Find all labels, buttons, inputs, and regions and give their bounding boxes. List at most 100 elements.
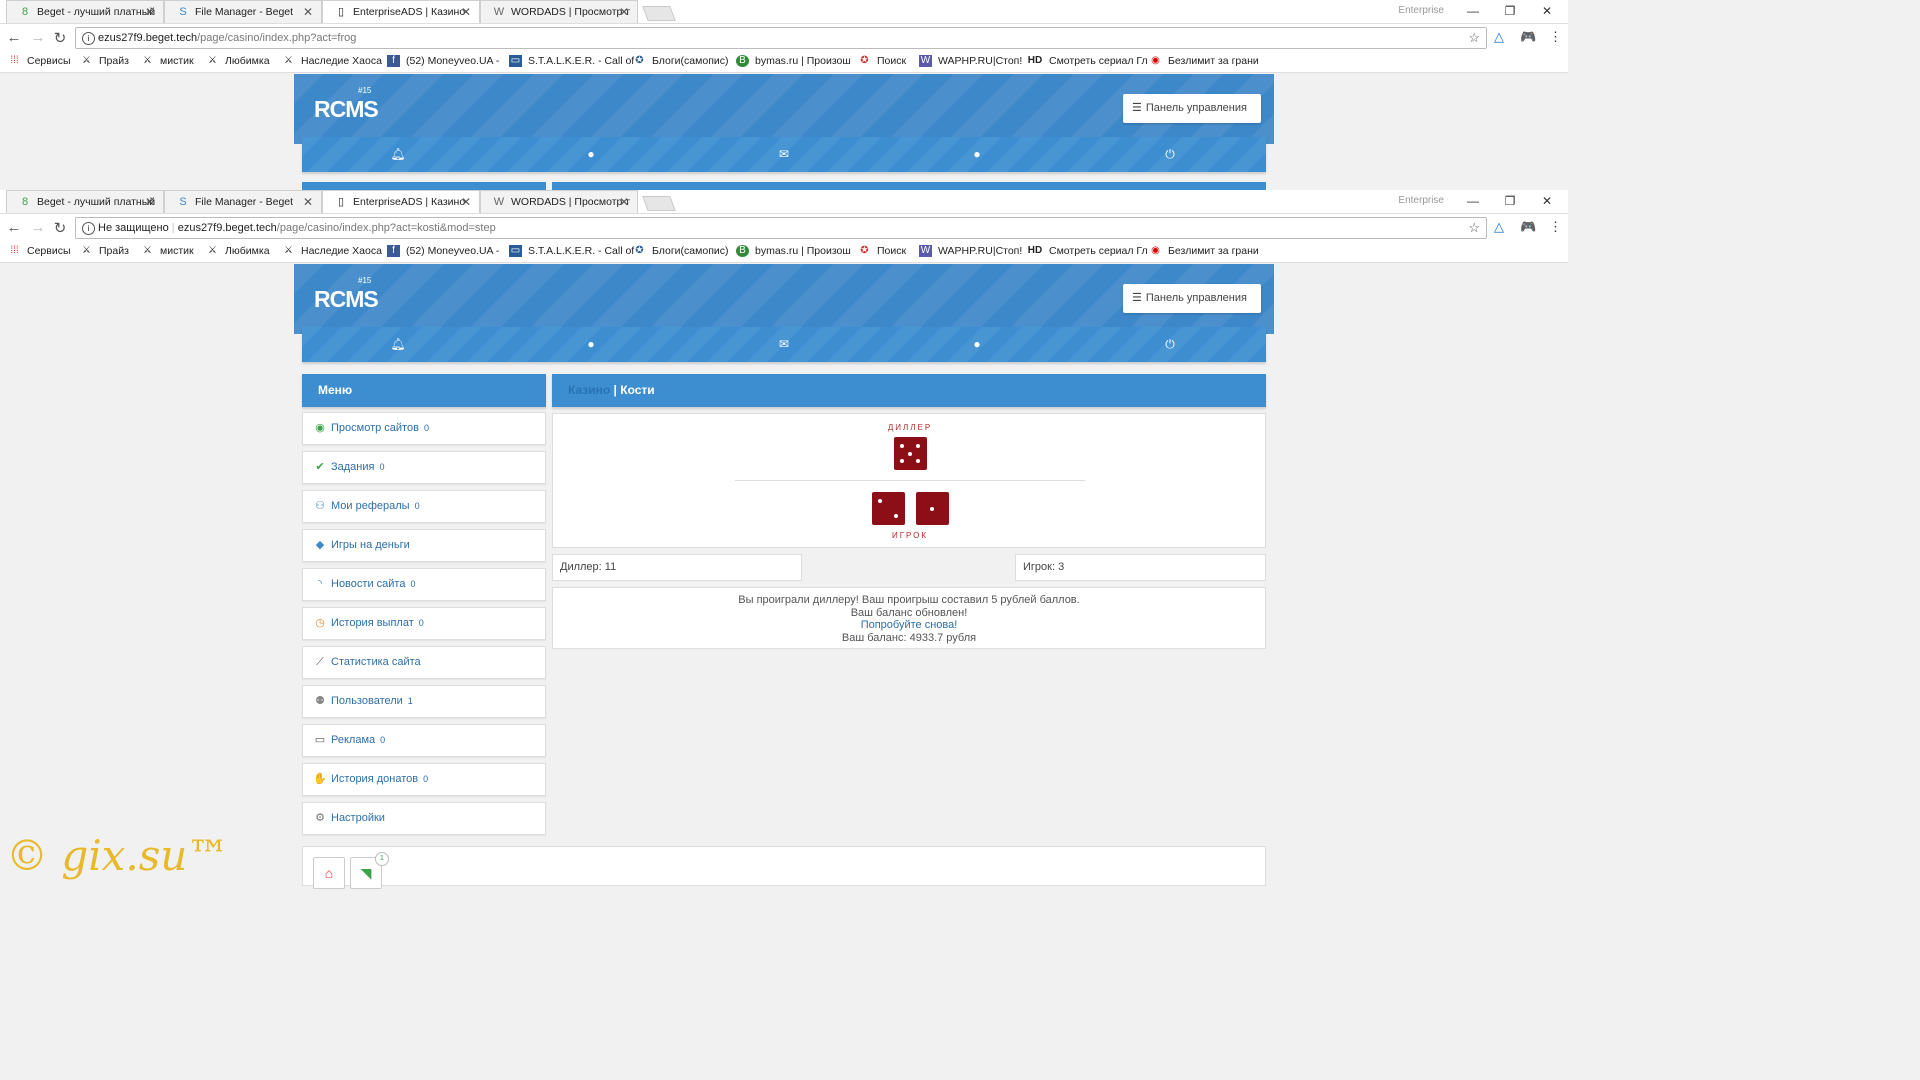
tab-wordads[interactable]: W WORDADS | Просмотр т ✕	[480, 190, 638, 213]
power-icon[interactable]: ⏻	[1074, 327, 1266, 362]
close-icon[interactable]: ✕	[619, 191, 629, 213]
forward-icon[interactable]: →	[28, 219, 48, 236]
sidebar-item[interactable]: ▭ Реклама 0	[302, 724, 546, 757]
bookmark-item[interactable]: ◉ Безлимит за грани	[1149, 245, 1259, 257]
bookmark-item[interactable]: HD Смотреть сериал Гл	[1027, 245, 1148, 257]
user-icon[interactable]: ●	[495, 137, 687, 172]
site-logo[interactable]: RCMS #15	[314, 86, 379, 123]
bookmark-item[interactable]: Bbymas.ru | Произош	[736, 245, 851, 258]
bookmark-item[interactable]: W WAPHP.RU|Стоп!	[919, 55, 1022, 68]
tab-beget[interactable]: 8 Beget - лучший платный ✕	[6, 190, 164, 213]
bookmark-item[interactable]: ▭ S.T.A.L.K.E.R. - Call of	[509, 55, 634, 68]
address-bar[interactable]: i ezus27f9.beget.tech/page/casino/index.…	[75, 27, 1487, 49]
mail-icon[interactable]: ✉	[688, 327, 880, 362]
close-window-icon[interactable]: ✕	[1529, 190, 1565, 213]
close-icon[interactable]: ✕	[461, 1, 471, 23]
bookmark-item[interactable]: ✪ Блоги(самопис)	[633, 55, 728, 67]
sidebar-item[interactable]: ◉ Просмотр сайтов 0	[302, 412, 546, 445]
control-panel-button[interactable]: ☰ Панель управления	[1123, 284, 1261, 313]
online-button[interactable]: ◥ 1	[350, 852, 389, 889]
minimize-icon[interactable]: —	[1455, 0, 1491, 23]
bookmark-item[interactable]: ⚔ мистик	[141, 245, 194, 257]
bell-icon[interactable]: 🔔︎	[302, 137, 494, 172]
try-again-link[interactable]: Попробуйте снова!	[553, 619, 1265, 632]
reload-icon[interactable]: ↻	[50, 29, 70, 47]
breadcrumb-casino-link[interactable]: Казино	[568, 383, 610, 397]
info-icon[interactable]: i	[82, 222, 95, 235]
star-icon[interactable]: ☆	[1468, 28, 1480, 48]
swords-icon: ⚔	[82, 245, 91, 257]
close-icon[interactable]: ✕	[303, 1, 313, 23]
close-icon[interactable]: ✕	[619, 1, 629, 23]
address-bar[interactable]: i Не защищено | ezus27f9.beget.tech/page…	[75, 217, 1487, 239]
sidebar-item[interactable]: ✔ Задания 0	[302, 451, 546, 484]
bookmark-item[interactable]: ✪ Поиск	[858, 55, 906, 67]
sidebar-item[interactable]: ◷ История выплат 0	[302, 607, 546, 640]
tab-file-manager[interactable]: S File Manager - Beget ✕	[164, 0, 322, 23]
bookmark-item[interactable]: Bbymas.ru | Произош	[736, 55, 851, 68]
security-label[interactable]: Не защищено	[98, 222, 169, 234]
home-button[interactable]: ⌂	[313, 857, 345, 889]
new-tab-button[interactable]	[642, 6, 676, 21]
back-icon[interactable]: ←	[4, 219, 24, 236]
bell-icon[interactable]: 🔔︎	[302, 327, 494, 362]
extension-icon[interactable]: △	[1494, 219, 1504, 235]
close-icon[interactable]: ✕	[145, 191, 155, 213]
chat-bubble-icon[interactable]: ●	[881, 327, 1073, 362]
bookmark-item[interactable]: ▭ S.T.A.L.K.E.R. - Call of	[509, 245, 634, 258]
bookmark-item[interactable]: f (52) Moneyveo.UA -	[387, 55, 499, 68]
tab-enterprise[interactable]: ▯ EnterpriseADS | Казино ✕	[322, 0, 480, 23]
close-icon[interactable]: ✕	[145, 1, 155, 23]
power-icon[interactable]: ⏻	[1074, 137, 1266, 172]
bookmark-item[interactable]: W WAPHP.RU|Стоп!	[919, 245, 1022, 258]
restore-icon[interactable]: ❐	[1492, 190, 1528, 213]
bookmark-item[interactable]: ⚔ мистик	[141, 55, 194, 67]
bookmark-services[interactable]: ⁞⁞⁞ Сервисы	[8, 245, 70, 257]
bookmark-item[interactable]: ⚔ Любимка	[206, 245, 270, 257]
reload-icon[interactable]: ↻	[50, 219, 70, 237]
new-tab-button[interactable]	[642, 196, 676, 211]
mail-icon[interactable]: ✉	[688, 137, 880, 172]
bookmark-item[interactable]: f (52) Moneyveo.UA -	[387, 245, 499, 258]
sidebar-item[interactable]: ◝ Новости сайта 0	[302, 568, 546, 601]
bookmark-item[interactable]: HD Смотреть сериал Гл	[1027, 55, 1148, 67]
bookmark-item[interactable]: ✪ Поиск	[858, 245, 906, 257]
bookmark-services[interactable]: ⁞⁞⁞ Сервисы	[8, 55, 70, 67]
chat-bubble-icon[interactable]: ●	[881, 137, 1073, 172]
player-die	[871, 492, 905, 525]
sidebar-item[interactable]: ⚇ Мои рефералы 0	[302, 490, 546, 523]
bookmark-item[interactable]: ⚔ Наследие Хаоса	[282, 245, 382, 257]
gamepad-extension-icon[interactable]: 🎮	[1520, 29, 1536, 45]
info-icon[interactable]: i	[82, 32, 95, 45]
sidebar-item[interactable]: ⚙ Настройки	[302, 802, 546, 835]
bookmark-item[interactable]: ⚔ Любимка	[206, 55, 270, 67]
control-panel-button[interactable]: ☰ Панель управления	[1123, 94, 1261, 123]
star-icon[interactable]: ☆	[1468, 218, 1480, 238]
gamepad-extension-icon[interactable]: 🎮	[1520, 219, 1536, 235]
bookmark-item[interactable]: ⚔ Наследие Хаоса	[282, 55, 382, 67]
tab-file-manager[interactable]: S File Manager - Beget ✕	[164, 190, 322, 213]
restore-icon[interactable]: ❐	[1492, 0, 1528, 23]
bookmark-item[interactable]: ◉ Безлимит за грани	[1149, 55, 1259, 67]
close-icon[interactable]: ✕	[461, 191, 471, 213]
sidebar-item[interactable]: ◆ Игры на деньги	[302, 529, 546, 562]
bookmark-item[interactable]: ✪ Блоги(самопис)	[633, 245, 728, 257]
forward-icon[interactable]: →	[28, 29, 48, 46]
menu-dots-icon[interactable]: ⋮	[1549, 219, 1562, 235]
tab-wordads[interactable]: W WORDADS | Просмотр т ✕	[480, 0, 638, 23]
bookmark-item[interactable]: ⚔ Прайз	[80, 245, 129, 257]
bookmark-item[interactable]: ⚔ Прайз	[80, 55, 129, 67]
user-icon[interactable]: ●	[495, 327, 687, 362]
close-window-icon[interactable]: ✕	[1529, 0, 1565, 23]
extension-icon[interactable]: △	[1494, 29, 1504, 45]
site-logo[interactable]: RCMS #15	[314, 276, 379, 313]
sidebar-item[interactable]: ✋ История донатов 0	[302, 763, 546, 796]
sidebar-item[interactable]: ⚉ Пользователи 1	[302, 685, 546, 718]
sidebar-item[interactable]: ⟋ Статистика сайта	[302, 646, 546, 679]
back-icon[interactable]: ←	[4, 29, 24, 46]
menu-dots-icon[interactable]: ⋮	[1549, 29, 1562, 45]
minimize-icon[interactable]: —	[1455, 190, 1491, 213]
tab-enterprise[interactable]: ▯ EnterpriseADS | Казино ✕	[322, 190, 480, 213]
tab-beget[interactable]: 8 Beget - лучший платный ✕	[6, 0, 164, 23]
close-icon[interactable]: ✕	[303, 191, 313, 213]
